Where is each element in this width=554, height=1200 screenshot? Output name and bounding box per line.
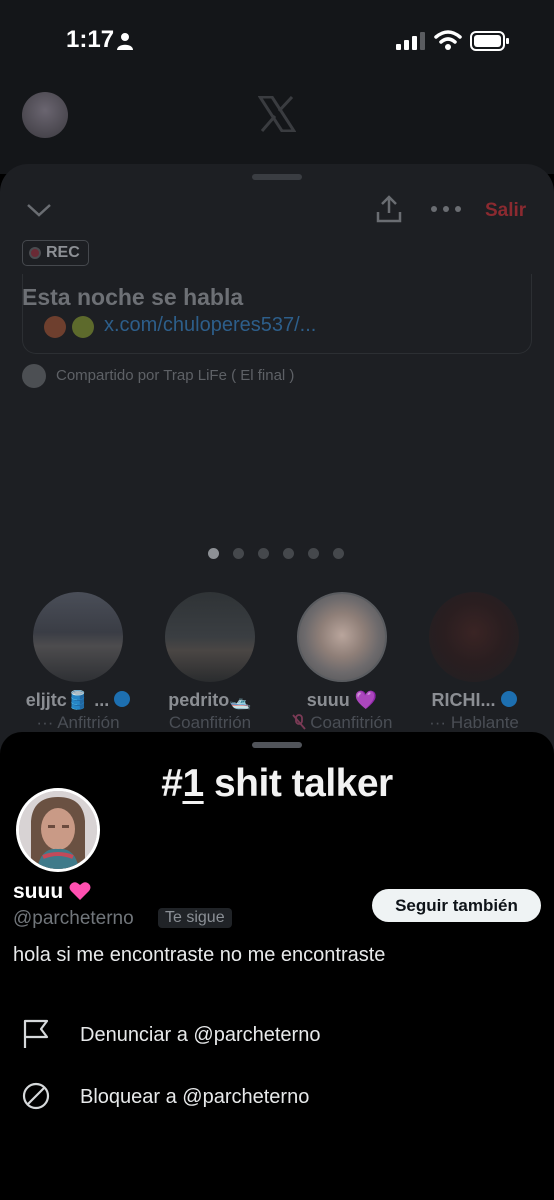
- avatar-photo: [19, 791, 97, 869]
- speaker-avatar: [165, 592, 255, 682]
- report-user-label: Denunciar a @parcheterno: [80, 1024, 321, 1046]
- report-user-item[interactable]: Denunciar a @parcheterno: [0, 1010, 554, 1060]
- pink-heart-icon: [69, 882, 91, 900]
- speaker-role: ··· Anfitrión: [36, 713, 120, 732]
- speaker-role: Coanfitrión: [168, 713, 252, 732]
- profile-bio: hola si me encontraste no me encontraste: [13, 944, 386, 966]
- profile-avatar[interactable]: [16, 788, 100, 872]
- app-header: [0, 84, 554, 174]
- speaker-role: Coanfitrión: [310, 713, 393, 732]
- signal-icon: [396, 32, 425, 50]
- mic-off-icon: [291, 714, 306, 730]
- speaker-name: elјjtc🛢️ ...: [25, 690, 110, 710]
- page-dot: [333, 548, 344, 559]
- shared-by-text: Compartido por Trap LiFe ( El final ): [56, 367, 295, 384]
- emoji-icon: [44, 316, 66, 338]
- page-dot: [258, 548, 269, 559]
- status-bar: 1:17: [0, 0, 554, 84]
- record-dot-icon: [29, 247, 41, 259]
- speaker-name: pedrito🛥️: [168, 690, 252, 710]
- rec-badge: REC: [22, 240, 89, 266]
- profile-sheet: #1 shit talker suuu @parcheterno Te sigu…: [0, 732, 554, 1200]
- speaker-name: RICHI...: [431, 690, 496, 710]
- flag-icon: [23, 1019, 49, 1048]
- speaker-name-wrap: elјjtc🛢️ ...: [13, 690, 143, 711]
- space-title: Esta noche se habla: [22, 284, 244, 310]
- banner-number: 1: [182, 762, 204, 805]
- battery-icon: [470, 31, 509, 51]
- space-panel: Salir REC Esta noche se habla x.com/chul…: [0, 164, 554, 764]
- speaker-cohost-suuu[interactable]: suuu 💜 Coanfitrión: [277, 592, 407, 733]
- verified-badge-icon: [500, 691, 517, 707]
- speaker-name: suuu 💜: [306, 690, 378, 710]
- profile-name-wrap: suuu: [13, 880, 91, 904]
- emoji-icon: [72, 316, 94, 338]
- rec-label: REC: [46, 244, 80, 261]
- status-time: 1:17: [66, 26, 115, 53]
- verified-badge-icon: [114, 691, 131, 707]
- speaker-role: ··· Hablante: [429, 713, 519, 732]
- chevron-down-icon[interactable]: [26, 200, 52, 220]
- page-dot: [308, 548, 319, 559]
- speaker-avatar: [297, 592, 387, 682]
- shared-by-avatar: [22, 364, 46, 388]
- post-link[interactable]: x.com/chuloperes537/...: [104, 314, 316, 337]
- page-dot: [233, 548, 244, 559]
- wifi-icon: [434, 30, 462, 50]
- block-icon: [22, 1082, 50, 1110]
- speaker-host[interactable]: elјjtc🛢️ ... ··· Anfitrión: [13, 592, 143, 733]
- follow-back-button[interactable]: Seguir también: [372, 889, 541, 922]
- speaker-richi[interactable]: RICHI... ··· Hablante: [409, 592, 539, 733]
- page-indicator: [208, 548, 344, 559]
- share-icon[interactable]: [374, 194, 404, 224]
- leave-button[interactable]: Salir: [485, 200, 526, 222]
- header-avatar[interactable]: [22, 92, 68, 138]
- banner-prefix: #: [161, 762, 183, 805]
- x-logo-icon: [258, 96, 296, 132]
- space-drag-handle[interactable]: [252, 174, 302, 180]
- sheet-drag-handle[interactable]: [252, 742, 302, 748]
- block-user-item[interactable]: Bloquear a @parcheterno: [0, 1072, 554, 1122]
- person-icon: [117, 33, 133, 50]
- banner-suffix: shit talker: [203, 762, 393, 805]
- page-dot: [283, 548, 294, 559]
- speaker-name-wrap: RICHI...: [409, 690, 539, 711]
- speaker-role-wrap: Coanfitrión: [277, 713, 407, 733]
- speaker-avatar: [429, 592, 519, 682]
- speaker-avatar: [33, 592, 123, 682]
- profile-name: suuu: [13, 880, 64, 903]
- speaker-cohost[interactable]: pedrito🛥️ Coanfitrión: [145, 592, 275, 733]
- more-options-icon[interactable]: [430, 204, 462, 214]
- follows-you-badge: Te sigue: [158, 908, 232, 928]
- profile-handle: @parcheterno: [13, 908, 134, 929]
- page-dot: [208, 548, 219, 559]
- block-user-label: Bloquear a @parcheterno: [80, 1086, 310, 1108]
